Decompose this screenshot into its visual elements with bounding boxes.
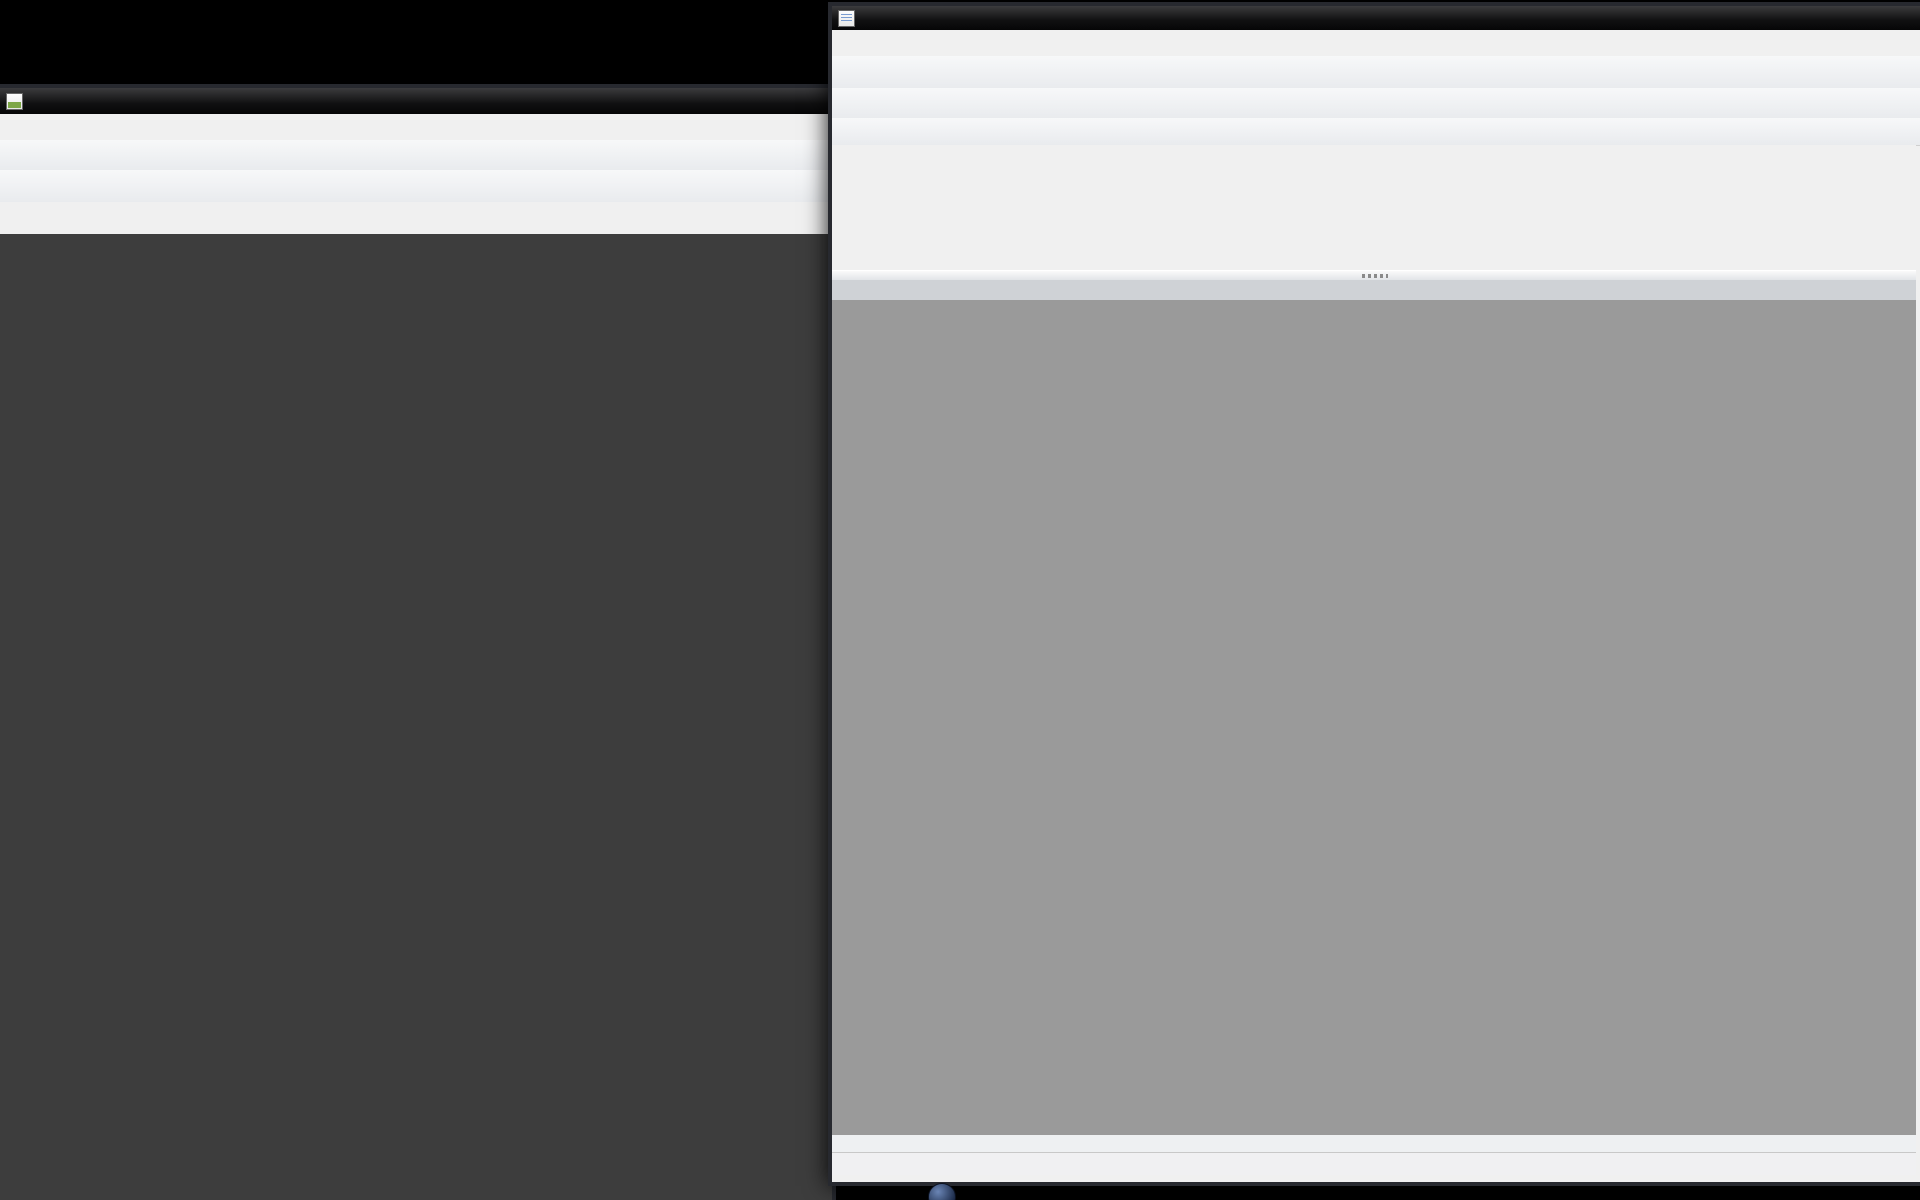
calc-app-icon — [6, 93, 23, 110]
calc-menubar — [0, 114, 832, 141]
calc-formula-bar — [0, 202, 832, 235]
splitter-grip-icon — [1362, 274, 1388, 278]
writer-status-bar — [832, 1152, 1916, 1175]
writer-app-icon — [838, 10, 855, 27]
desktop — [0, 0, 1920, 1200]
writer-formatting-toolbar — [832, 88, 1920, 119]
calc-formatting-toolbar — [0, 170, 832, 203]
calc-titlebar[interactable] — [0, 88, 832, 114]
writer-table-data-toolbar — [832, 118, 1920, 146]
horizontal-scrollbar[interactable] — [832, 1135, 1916, 1152]
calc-standard-toolbar — [0, 140, 832, 171]
writer-titlebar[interactable] — [832, 6, 1920, 30]
data-source-browser — [832, 145, 1916, 270]
writer-standard-toolbar — [832, 56, 1920, 89]
horizontal-ruler[interactable] — [832, 280, 1916, 301]
writer-menubar — [832, 30, 1920, 57]
calc-window — [0, 84, 836, 1200]
calc-sheet-area — [0, 234, 832, 1200]
writer-window — [828, 2, 1920, 1186]
document-area[interactable] — [832, 300, 1916, 1135]
